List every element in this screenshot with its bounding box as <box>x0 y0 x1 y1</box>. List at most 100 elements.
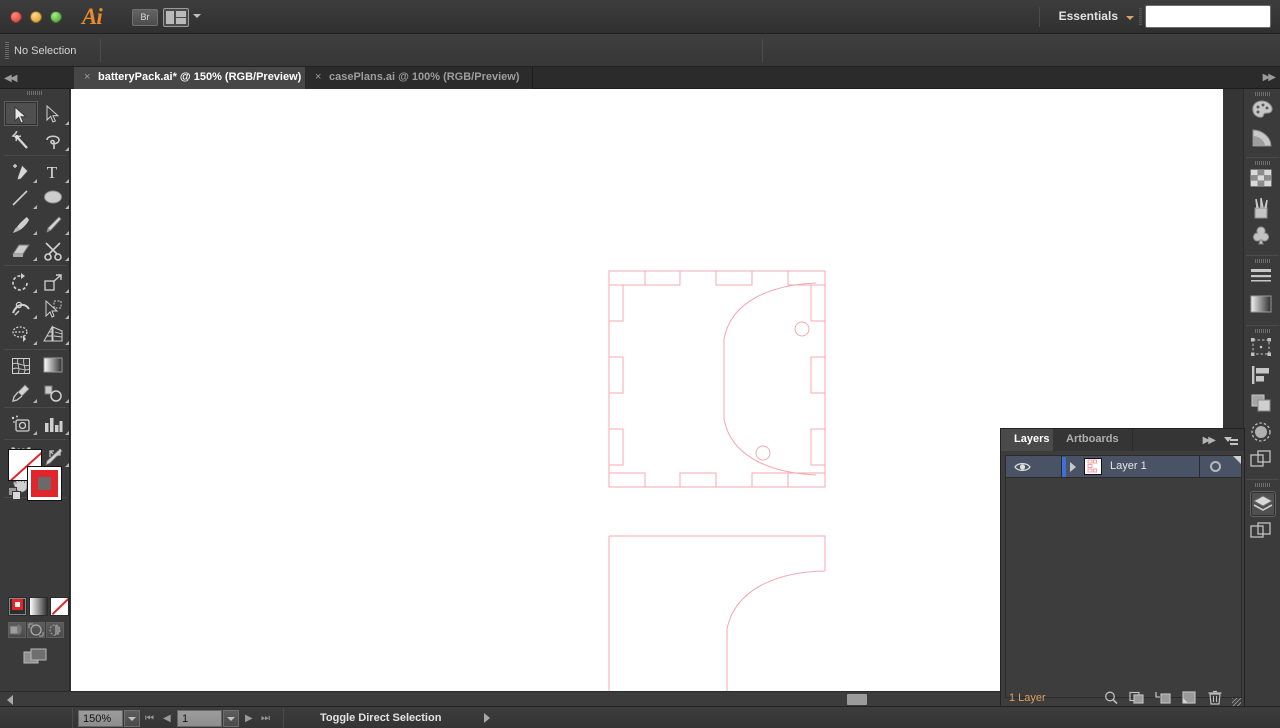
change-screen-mode-button[interactable] <box>23 647 47 667</box>
bridge-button[interactable]: Br <box>132 9 158 26</box>
transform-panel-icon[interactable] <box>1250 337 1276 363</box>
align-panel-icon[interactable] <box>1250 365 1276 391</box>
zoom-level-dropdown[interactable] <box>124 710 140 727</box>
eyedropper-tool[interactable] <box>4 379 38 404</box>
selection-tool[interactable] <box>4 101 38 126</box>
appearance-panel-icon[interactable] <box>1250 449 1276 475</box>
dock-grip[interactable] <box>1255 329 1270 333</box>
locate-object-icon[interactable] <box>1103 690 1121 706</box>
scissors-tool[interactable] <box>36 237 70 262</box>
delete-selection-icon[interactable] <box>1207 690 1225 706</box>
draw-normal-button[interactable] <box>8 622 26 638</box>
default-fill-stroke-icon[interactable] <box>8 487 22 501</box>
rotate-tool[interactable] <box>4 269 38 294</box>
gradient-mode-button[interactable] <box>29 597 48 616</box>
dock-grip[interactable] <box>1255 483 1270 487</box>
mesh-tool[interactable] <box>4 353 38 378</box>
create-new-sublayer-icon[interactable] <box>1155 690 1173 706</box>
artboards-panel-icon[interactable] <box>1250 521 1276 547</box>
previous-artboard-icon[interactable]: ◀ <box>163 713 171 724</box>
line-segment-tool[interactable] <box>4 185 38 210</box>
arrange-documents-icon[interactable] <box>163 8 189 27</box>
column-graph-tool[interactable] <box>36 411 70 436</box>
expand-layer-icon[interactable] <box>1070 462 1076 472</box>
paintbrush-tool[interactable] <box>4 211 38 236</box>
symbol-sprayer-tool[interactable] <box>4 411 38 436</box>
symbols-panel-icon[interactable] <box>1250 225 1276 251</box>
make-clipping-mask-icon[interactable] <box>1129 690 1147 706</box>
zoom-level-input[interactable]: 150% <box>78 710 123 727</box>
search-grip <box>1139 8 1142 26</box>
color-panel-icon[interactable] <box>1250 99 1276 125</box>
first-artboard-icon[interactable]: ⏮ <box>145 713 154 724</box>
create-new-layer-icon[interactable] <box>1181 690 1199 706</box>
ellipse-tool[interactable] <box>36 185 70 210</box>
layers-list[interactable]: Layer 1 <box>1005 455 1242 698</box>
minimize-window-button[interactable] <box>30 11 42 23</box>
collapse-panel-icon[interactable]: ▶▶ <box>1203 435 1216 446</box>
stroke-panel-icon[interactable] <box>1250 267 1276 293</box>
shape-builder-tool[interactable] <box>4 321 38 346</box>
swatches-panel-icon[interactable] <box>1250 169 1276 195</box>
window-controls[interactable] <box>10 11 62 23</box>
dock-grip[interactable] <box>1255 259 1270 263</box>
scale-tool[interactable] <box>36 269 70 294</box>
layers-panel-menu-icon[interactable] <box>1224 435 1238 446</box>
layer-name-label[interactable]: Layer 1 <box>1110 460 1147 472</box>
pen-tool[interactable] <box>4 159 38 184</box>
scroll-left-icon[interactable] <box>7 695 13 705</box>
last-artboard-icon[interactable]: ⏭ <box>261 713 270 724</box>
collapse-panels-icon[interactable]: ◀◀ <box>4 73 17 84</box>
stroke-color-swatch[interactable] <box>27 466 62 501</box>
visibility-eye-icon[interactable] <box>1014 461 1031 473</box>
tab-artboards[interactable]: Artboards <box>1053 429 1133 451</box>
gradient-panel-icon[interactable] <box>1250 295 1276 321</box>
close-window-button[interactable] <box>10 11 22 23</box>
brushes-panel-icon[interactable] <box>1250 197 1276 223</box>
layer-row-1[interactable]: Layer 1 <box>1006 456 1241 478</box>
target-cell[interactable] <box>1199 456 1241 477</box>
draw-behind-button[interactable] <box>27 622 45 638</box>
control-bar-grip[interactable] <box>5 42 9 59</box>
none-mode-button[interactable] <box>50 597 69 616</box>
artboard-number-input[interactable]: 1 <box>177 710 222 727</box>
gradient-tool[interactable] <box>36 353 70 378</box>
workspace-label: Essentials <box>1058 9 1118 23</box>
perspective-grid-tool[interactable] <box>36 321 70 346</box>
transparency-panel-icon[interactable] <box>1250 421 1276 447</box>
dock-grip[interactable] <box>1255 161 1270 165</box>
draw-inside-button[interactable] <box>46 622 64 638</box>
pencil-tool[interactable] <box>36 211 70 236</box>
close-icon[interactable]: × <box>84 67 90 88</box>
blob-brush-tool[interactable] <box>4 237 38 262</box>
magic-wand-tool[interactable] <box>4 127 38 152</box>
swap-fill-stroke-icon[interactable] <box>48 446 62 460</box>
tab-batterypack[interactable]: × batteryPack.ai* @ 150% (RGB/Preview) <box>74 67 315 89</box>
search-input[interactable] <box>1145 5 1271 28</box>
free-transform-tool[interactable] <box>36 295 70 320</box>
type-tool[interactable]: T <box>36 159 70 184</box>
divider <box>283 708 284 728</box>
tools-panel-grip[interactable] <box>27 91 43 95</box>
artboard-dropdown[interactable] <box>223 710 239 727</box>
horizontal-scroll-thumb[interactable] <box>847 694 867 705</box>
next-artboard-icon[interactable]: ▶ <box>245 713 253 724</box>
blend-tool[interactable] <box>36 379 70 404</box>
tab-caseplans[interactable]: × casePlans.ai @ 100% (RGB/Preview) <box>305 67 533 89</box>
pathfinder-panel-icon[interactable] <box>1250 393 1276 419</box>
chevron-down-icon[interactable] <box>193 14 201 18</box>
dock-grip[interactable] <box>1255 92 1270 96</box>
layers-panel-icon[interactable] <box>1250 491 1276 517</box>
lasso-tool[interactable] <box>36 127 70 152</box>
workspace-switcher[interactable]: Essentials <box>1059 9 1134 27</box>
lock-cell[interactable] <box>1036 456 1062 477</box>
close-icon[interactable]: × <box>315 67 321 88</box>
maximize-window-button[interactable] <box>50 11 62 23</box>
width-tool[interactable] <box>4 295 38 320</box>
direct-selection-tool[interactable] <box>36 101 70 126</box>
target-indicator-icon[interactable] <box>1210 461 1221 472</box>
expand-panels-icon[interactable]: ▶▶ <box>1263 72 1276 83</box>
color-swatch-mode-button[interactable] <box>8 597 27 616</box>
color-guide-panel-icon[interactable] <box>1250 127 1276 153</box>
status-menu-icon[interactable] <box>484 713 490 723</box>
